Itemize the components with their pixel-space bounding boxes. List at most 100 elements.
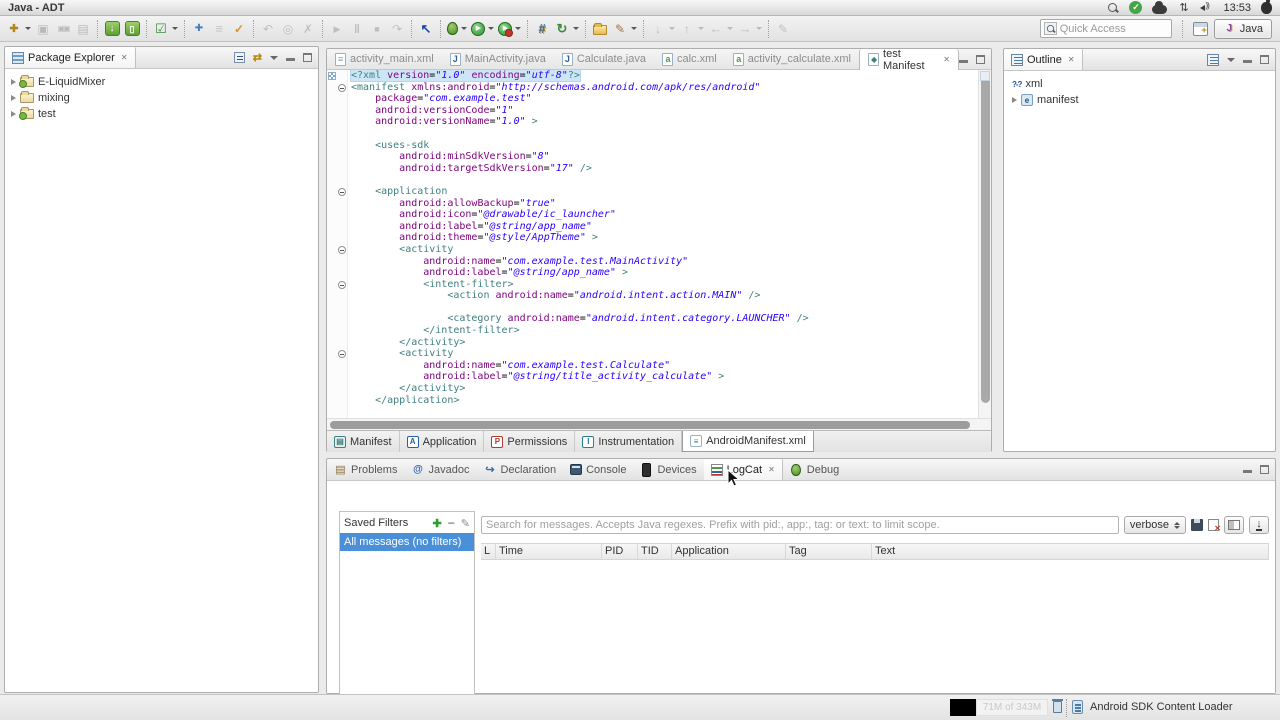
code-line[interactable]: </activity> bbox=[351, 337, 978, 349]
expand-arrow-icon[interactable] bbox=[11, 79, 16, 85]
view-tab[interactable]: Devices bbox=[633, 459, 703, 480]
android-sdk-manager-button[interactable] bbox=[102, 18, 122, 40]
remove-filter-icon[interactable]: − bbox=[448, 516, 455, 530]
manifest-editor-tab[interactable]: Instrumentation bbox=[575, 431, 682, 452]
collapse-all-icon[interactable] bbox=[234, 52, 245, 63]
fold-marker-icon[interactable] bbox=[338, 188, 346, 196]
code-line[interactable]: <activity bbox=[351, 348, 978, 360]
java-perspective-button[interactable]: J Java bbox=[1214, 19, 1272, 39]
expand-arrow-icon[interactable] bbox=[11, 111, 16, 117]
expand-arrow-icon[interactable] bbox=[11, 95, 16, 101]
tray-updates-icon[interactable]: ✓ bbox=[1129, 1, 1142, 14]
manifest-editor-tab[interactable]: AndroidManifest.xml bbox=[682, 431, 814, 452]
view-tab[interactable]: Declaration bbox=[476, 459, 563, 480]
tray-network-icon[interactable]: ⇅ bbox=[1177, 1, 1190, 14]
minimize-icon[interactable] bbox=[1243, 60, 1252, 63]
logcat-search-input[interactable] bbox=[481, 516, 1119, 534]
dropdown-arrow-icon[interactable] bbox=[756, 27, 762, 30]
minimize-icon[interactable] bbox=[1243, 470, 1252, 473]
tab-outline[interactable]: Outline ✕ bbox=[1004, 49, 1083, 70]
clear-log-icon[interactable] bbox=[1208, 519, 1219, 531]
editor-tab[interactable]: activity_main.xml bbox=[327, 49, 442, 69]
code-line[interactable] bbox=[351, 406, 978, 418]
add-filter-icon[interactable]: ✚ bbox=[433, 517, 442, 530]
selection-pointer-button[interactable] bbox=[416, 18, 436, 40]
new-android-xml-button[interactable] bbox=[189, 18, 209, 40]
tree-item-project[interactable]: test bbox=[7, 106, 316, 122]
progress-status-label[interactable]: Android SDK Content Loader bbox=[1090, 701, 1232, 713]
close-icon[interactable]: ✕ bbox=[1068, 55, 1075, 64]
tray-search-icon[interactable] bbox=[1107, 2, 1119, 14]
fold-marker-icon[interactable] bbox=[338, 350, 346, 358]
fold-marker-icon[interactable] bbox=[338, 281, 346, 289]
column-header-time[interactable]: Time bbox=[496, 544, 602, 559]
minimize-icon[interactable] bbox=[286, 58, 295, 61]
code-line[interactable]: </activity> bbox=[351, 383, 978, 395]
editor-tab[interactable]: MainActivity.java bbox=[442, 49, 554, 69]
debug-button[interactable] bbox=[445, 18, 469, 40]
manifest-editor-tab[interactable]: Permissions bbox=[484, 431, 575, 452]
code-line[interactable]: <action android:name="android.intent.act… bbox=[351, 290, 978, 302]
code-line[interactable]: android:versionName="1.0" > bbox=[351, 116, 978, 128]
scrollbar-thumb[interactable] bbox=[981, 73, 990, 403]
open-resource-button[interactable] bbox=[590, 18, 610, 40]
expand-arrow-icon[interactable] bbox=[1012, 97, 1017, 103]
link-with-editor-icon[interactable]: ⇄ bbox=[253, 51, 262, 64]
synchronize-button[interactable] bbox=[552, 18, 581, 40]
editor-tab[interactable]: activity_calculate.xml bbox=[725, 49, 859, 69]
tree-item-project[interactable]: E-LiquidMixer bbox=[7, 74, 316, 90]
mark-occurrences-button[interactable] bbox=[610, 18, 639, 40]
edit-filter-icon[interactable]: ✎ bbox=[461, 517, 470, 530]
display-filters-button[interactable] bbox=[1224, 516, 1244, 534]
code-line[interactable]: android:targetSdkVersion="17" /> bbox=[351, 163, 978, 175]
log-level-select[interactable]: verbose bbox=[1124, 516, 1186, 534]
column-header-l[interactable]: L bbox=[481, 544, 496, 559]
code-line[interactable]: android:name="com.example.test.MainActiv… bbox=[351, 256, 978, 268]
tray-cloud-icon[interactable] bbox=[1152, 5, 1167, 14]
code-line[interactable]: android:allowBackup="true" bbox=[351, 198, 978, 210]
column-header-text[interactable]: Text bbox=[872, 544, 1269, 559]
dropdown-arrow-icon[interactable] bbox=[25, 27, 31, 30]
dropdown-arrow-icon[interactable] bbox=[727, 27, 733, 30]
fold-marker-icon[interactable] bbox=[338, 246, 346, 254]
dropdown-arrow-icon[interactable] bbox=[698, 27, 704, 30]
new-android-test-button[interactable] bbox=[151, 18, 180, 40]
view-tab[interactable]: LogCat ✕ bbox=[704, 459, 783, 480]
code-line[interactable]: <uses-sdk bbox=[351, 140, 978, 152]
tray-volume-icon[interactable] bbox=[1200, 2, 1213, 13]
code-line[interactable]: android:theme="@style/AppTheme" > bbox=[351, 232, 978, 244]
editor-tab[interactable]: test Manifest ✕ bbox=[859, 49, 959, 70]
code-line[interactable]: </application> bbox=[351, 395, 978, 407]
code-line[interactable] bbox=[351, 302, 978, 314]
open-perspective-icon[interactable] bbox=[1193, 22, 1208, 36]
code-line[interactable]: <activity bbox=[351, 244, 978, 256]
run-lint-button[interactable] bbox=[229, 18, 249, 40]
code-line[interactable]: android:label="@string/title_activity_ca… bbox=[351, 371, 978, 383]
view-menu-icon[interactable] bbox=[270, 56, 278, 60]
heap-status[interactable]: 71M of 343M bbox=[976, 699, 1048, 716]
view-tab[interactable]: Problems bbox=[327, 459, 404, 480]
dropdown-arrow-icon[interactable] bbox=[461, 27, 467, 30]
code-line[interactable]: android:icon="@drawable/ic_launcher" bbox=[351, 209, 978, 221]
tab-package-explorer[interactable]: Package Explorer ✕ bbox=[5, 47, 136, 68]
close-icon[interactable]: ✕ bbox=[768, 465, 775, 474]
avd-manager-button[interactable] bbox=[122, 18, 142, 40]
maximize-icon[interactable] bbox=[303, 53, 312, 62]
code-line[interactable]: <manifest xmlns:android="http://schemas.… bbox=[351, 82, 978, 94]
code-line[interactable]: <application bbox=[351, 186, 978, 198]
junit-button[interactable] bbox=[532, 18, 552, 40]
close-icon[interactable]: ✕ bbox=[943, 55, 950, 64]
view-tab[interactable]: Javadoc bbox=[404, 459, 476, 480]
outline-item[interactable]: e manifest bbox=[1006, 92, 1273, 108]
column-header-pid[interactable]: PID bbox=[602, 544, 638, 559]
code-line[interactable]: <intent-filter> bbox=[351, 279, 978, 291]
maximize-icon[interactable] bbox=[976, 55, 985, 64]
horizontal-scrollbar[interactable] bbox=[327, 418, 991, 430]
tree-item-project[interactable]: mixing bbox=[7, 90, 316, 106]
quick-access-box[interactable] bbox=[1040, 19, 1172, 38]
new-wizard-button[interactable] bbox=[4, 18, 33, 40]
code-line[interactable] bbox=[351, 174, 978, 186]
close-icon[interactable]: ✕ bbox=[121, 53, 128, 62]
dropdown-arrow-icon[interactable] bbox=[172, 27, 178, 30]
outline-item[interactable]: ?-? xml bbox=[1006, 76, 1273, 92]
